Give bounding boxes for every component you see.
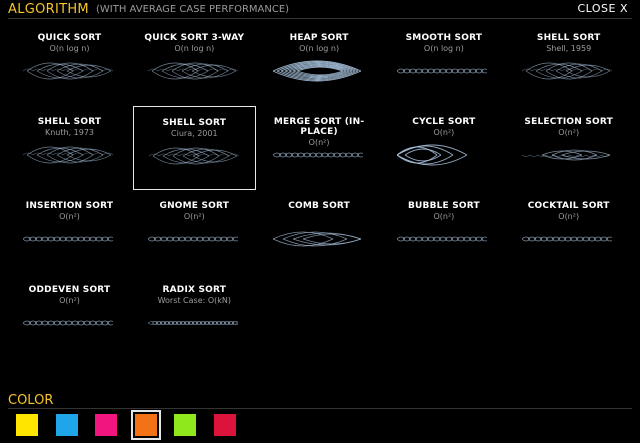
spread-arcs-icon [522, 62, 613, 80]
algorithm-name: QUICK SORT 3-WAY [144, 33, 245, 43]
algorithm-performance: O(n log n) [174, 44, 215, 53]
algorithm-tile[interactable]: BUBBLE SORT O(n²) [382, 190, 505, 274]
spread-arcs-icon [23, 146, 113, 164]
algorithm-name: SELECTION SORT [524, 117, 613, 127]
algorithm-performance: O(n log n) [299, 44, 340, 53]
selection-arcs-icon [522, 149, 611, 161]
color-swatch[interactable] [213, 414, 236, 436]
algorithm-tile[interactable]: HEAP SORT O(n log n) [258, 22, 381, 106]
chain-arcs-icon [147, 236, 238, 242]
cycle-arcs-icon [397, 144, 468, 166]
chain-arcs-icon [272, 152, 363, 158]
comb-arcs-icon [272, 231, 361, 247]
color-title: COLOR [8, 393, 54, 408]
chain-arcs-icon [397, 236, 488, 242]
algorithm-name: COMB SORT [288, 201, 350, 211]
algorithm-performance: O(n²) [59, 296, 80, 305]
algorithm-title: ALGORITHM [8, 2, 89, 17]
chain-arcs-icon [23, 236, 113, 242]
color-swatch[interactable] [16, 414, 38, 436]
algorithm-tile[interactable]: COCKTAIL SORT O(n²) [507, 190, 630, 274]
chain-arcs-icon [522, 236, 613, 242]
algorithm-name: SHELL SORT [37, 117, 102, 127]
color-swatch[interactable] [174, 414, 196, 436]
algorithm-performance: Knuth, 1973 [44, 128, 95, 137]
algorithm-tile[interactable]: SHELL SORT Knuth, 1973 [8, 106, 131, 190]
algorithm-name: SHELL SORT [536, 33, 601, 43]
algorithm-name: MERGE SORT (IN-PLACE) [273, 117, 365, 137]
algorithm-name: INSERTION SORT [25, 201, 114, 211]
algorithm-name: ODDEVEN SORT [28, 285, 111, 295]
algorithm-performance: O(n²) [59, 212, 80, 221]
algorithm-tile[interactable]: QUICK SORT O(n log n) [8, 22, 131, 106]
algorithm-tile[interactable]: MERGE SORT (IN-PLACE) O(n²) [258, 106, 381, 190]
chain-arcs-icon [23, 320, 113, 326]
color-swatch[interactable] [130, 410, 161, 440]
close-button[interactable]: CLOSE X [577, 2, 628, 15]
algorithm-name: BUBBLE SORT [407, 201, 480, 211]
algorithm-tile[interactable]: GNOME SORT O(n²) [133, 190, 256, 274]
algorithm-name: GNOME SORT [159, 201, 230, 211]
algorithm-name: RADIX SORT [162, 285, 227, 295]
algorithm-performance: O(n log n) [49, 44, 90, 53]
algorithm-performance: Worst Case: O(kN) [157, 296, 232, 305]
algorithm-tile[interactable]: CYCLE SORT O(n²) [382, 106, 505, 190]
algorithm-name: SHELL SORT [162, 118, 227, 128]
algorithm-name: SMOOTH SORT [405, 33, 483, 43]
algorithm-name: COCKTAIL SORT [527, 201, 610, 211]
heap-arcs-icon [272, 60, 361, 82]
algorithm-tile[interactable]: SHELL SORT Shell, 1959 [507, 22, 630, 106]
algorithm-performance: O(n²) [433, 212, 455, 221]
algorithm-performance: O(n log n) [423, 44, 464, 53]
algorithm-tile[interactable]: COMB SORT [258, 190, 381, 274]
spread-arcs-icon [147, 62, 238, 80]
algorithm-tile[interactable]: ODDEVEN SORT O(n²) [8, 274, 131, 358]
algorithm-tile[interactable]: SMOOTH SORT O(n log n) [382, 22, 505, 106]
spread-arcs-icon [23, 62, 113, 80]
algorithm-tile[interactable]: SHELL SORT Ciura, 2001 [132, 106, 256, 190]
algorithm-name: QUICK SORT [37, 33, 102, 43]
spread-arcs-icon [148, 147, 239, 165]
algorithm-name: CYCLE SORT [412, 117, 476, 127]
color-divider [8, 408, 632, 409]
radix-arcs-icon [147, 321, 238, 325]
algorithm-tile[interactable]: QUICK SORT 3-WAY O(n log n) [133, 22, 256, 106]
algorithm-performance: O(n²) [558, 212, 580, 221]
menu-header: ALGORITHM (WITH AVERAGE CASE PERFORMANCE… [8, 2, 632, 19]
algorithm-performance: O(n²) [183, 212, 205, 221]
algorithm-name: HEAP SORT [289, 33, 349, 43]
color-swatch[interactable] [95, 414, 117, 436]
algorithm-tile[interactable]: SELECTION SORT O(n²) [507, 106, 630, 190]
algorithm-tile[interactable]: INSERTION SORT O(n²) [8, 190, 131, 274]
color-swatch[interactable] [55, 414, 78, 436]
algorithm-performance: Shell, 1959 [546, 44, 592, 53]
algorithm-grid: QUICK SORT O(n log n) QUICK SORT 3-WAY O(n … [8, 22, 632, 382]
algorithm-performance: O(n²) [433, 128, 455, 137]
algorithm-tile[interactable]: RADIX SORT Worst Case: O(kN) [133, 274, 256, 358]
chain-arcs-icon [397, 68, 488, 74]
algorithm-performance: Ciura, 2001 [171, 129, 218, 138]
algorithm-subtitle: (WITH AVERAGE CASE PERFORMANCE) [96, 4, 290, 15]
algorithm-performance: O(n²) [558, 128, 580, 137]
